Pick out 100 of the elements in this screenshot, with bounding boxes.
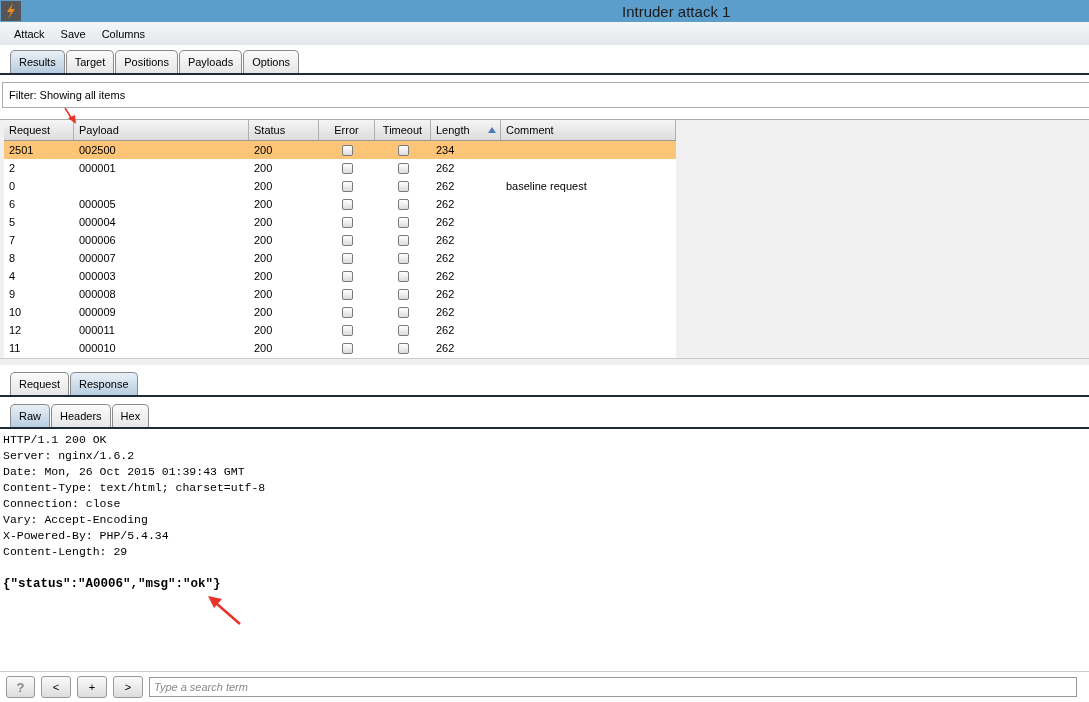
table-cell: 262 xyxy=(436,324,455,336)
table-row[interactable]: 8 000007 200 262 xyxy=(4,249,676,267)
response-header-line: HTTP/1.1 200 OK xyxy=(3,432,108,448)
toolbar-button[interactable]: < xyxy=(41,676,71,698)
tab[interactable]: Request xyxy=(10,372,69,395)
tab[interactable]: Payloads xyxy=(178,50,243,73)
tab[interactable]: Positions xyxy=(115,50,178,73)
table-cell: 000007 xyxy=(79,252,116,264)
table-row[interactable]: 5 000004 200 262 xyxy=(4,213,676,231)
table-cell: 2501 xyxy=(9,144,34,156)
tab[interactable]: Results xyxy=(10,50,65,73)
table-cell: 000005 xyxy=(79,198,116,210)
table-cell: 4 xyxy=(9,270,16,282)
column-header[interactable]: Error xyxy=(319,120,375,140)
table-row[interactable]: 6 000005 200 262 xyxy=(4,195,676,213)
table-cell: baseline request xyxy=(506,180,587,192)
table-cell: 200 xyxy=(254,324,273,336)
tab[interactable]: Options xyxy=(243,50,300,73)
table-cell: 6 xyxy=(9,198,16,210)
response-header-line: Content-Type: text/html; charset=utf-8 xyxy=(3,480,267,496)
table-row[interactable]: 2501 002500 200 234 xyxy=(4,141,676,159)
table-cell: 200 xyxy=(254,234,273,246)
table-row[interactable]: 2 000001 200 262 xyxy=(4,159,676,177)
table-cell: 0 xyxy=(9,180,16,192)
table-cell: 8 xyxy=(9,252,16,264)
table-row[interactable]: 0 200 262 baseline request xyxy=(4,177,676,195)
table-cell: 000004 xyxy=(79,216,116,228)
response-header-line: X-Powered-By: PHP/5.4.34 xyxy=(3,528,170,544)
column-header-label: Payload xyxy=(79,124,119,136)
table-row[interactable]: 11 000010 200 262 xyxy=(4,339,676,357)
column-header[interactable]: Timeout xyxy=(375,120,431,140)
table-cell: 002500 xyxy=(79,144,116,156)
table-cell: 200 xyxy=(254,288,273,300)
toolbar-button[interactable]: > xyxy=(113,676,143,698)
column-header-label: Comment xyxy=(506,124,554,136)
table-cell: 000009 xyxy=(79,306,116,318)
tab[interactable]: Target xyxy=(65,50,115,73)
table-cell: 262 xyxy=(436,198,455,210)
table-cell: 234 xyxy=(436,144,455,156)
table-cell: 000006 xyxy=(79,234,116,246)
toolbar-button[interactable]: + xyxy=(77,676,107,698)
column-header-label: Length xyxy=(436,124,470,136)
window-title: Intruder attack 1 xyxy=(622,2,731,20)
table-cell: 200 xyxy=(254,342,273,354)
table-cell: 12 xyxy=(9,324,22,336)
table-row[interactable]: 10 000009 200 262 xyxy=(4,303,676,321)
table-cell: 000003 xyxy=(79,270,116,282)
column-header[interactable]: Comment xyxy=(501,120,676,140)
response-header-line: Date: Mon, 26 Oct 2015 01:39:43 GMT xyxy=(3,464,246,480)
response-header-line: Connection: close xyxy=(3,496,122,512)
table-cell: 200 xyxy=(254,306,273,318)
table-cell: 262 xyxy=(436,252,455,264)
table-cell: 5 xyxy=(9,216,16,228)
table-cell: 000010 xyxy=(79,342,116,354)
column-header-label: Timeout xyxy=(382,124,423,136)
table-cell: 9 xyxy=(9,288,16,300)
table-row[interactable]: 7 000006 200 262 xyxy=(4,231,676,249)
response-header-line: Content-Length: 29 xyxy=(3,544,129,560)
table-cell: 200 xyxy=(254,270,273,282)
table-cell: 262 xyxy=(436,162,455,174)
table-cell: 262 xyxy=(436,288,455,300)
table-cell: 000008 xyxy=(79,288,116,300)
table-cell: 200 xyxy=(254,180,273,192)
tab[interactable]: Hex xyxy=(111,404,150,427)
table-cell: 262 xyxy=(436,342,455,354)
column-header-label: Request xyxy=(9,124,50,136)
table-cell: 000011 xyxy=(79,324,115,336)
response-header-line: Vary: Accept-Encoding xyxy=(3,512,149,528)
tab[interactable]: Headers xyxy=(51,404,111,427)
column-header[interactable]: Status xyxy=(249,120,319,140)
filter-bar[interactable]: Filter: Showing all items xyxy=(2,82,1089,108)
table-row[interactable]: 4 000003 200 262 xyxy=(4,267,676,285)
tab[interactable]: Response xyxy=(70,372,138,395)
response-header-line: Server: nginx/1.6.2 xyxy=(3,448,136,464)
table-cell: 200 xyxy=(254,216,273,228)
table-row[interactable]: 9 000008 200 262 xyxy=(4,285,676,303)
menu-item[interactable]: Attack xyxy=(14,27,45,40)
table-cell: 7 xyxy=(9,234,16,246)
table-cell: 200 xyxy=(254,198,273,210)
table-cell: 200 xyxy=(254,252,273,264)
table-cell: 262 xyxy=(436,270,455,282)
table-cell: 11 xyxy=(9,342,21,354)
search-field[interactable]: Type a search term xyxy=(149,677,1077,697)
table-row[interactable]: 12 000011 200 262 xyxy=(4,321,676,339)
table-cell: 262 xyxy=(436,234,455,246)
tab[interactable]: Raw xyxy=(10,404,50,427)
table-cell: 200 xyxy=(254,162,273,174)
menu-item[interactable]: Save xyxy=(60,27,86,40)
table-cell: 200 xyxy=(254,144,273,156)
table-cell: 262 xyxy=(436,306,455,318)
table-cell: 262 xyxy=(436,180,455,192)
table-cell: 2 xyxy=(9,162,16,174)
column-header[interactable]: Length xyxy=(431,120,501,140)
table-cell: 262 xyxy=(436,216,455,228)
table-cell: 000001 xyxy=(79,162,116,174)
column-header-label: Error xyxy=(334,124,359,136)
response-body: {"status":"A0006","msg":"ok"} xyxy=(3,576,222,592)
column-header-label: Status xyxy=(254,124,286,136)
menu-item[interactable]: Columns xyxy=(101,27,146,40)
table-cell: 10 xyxy=(9,306,22,318)
